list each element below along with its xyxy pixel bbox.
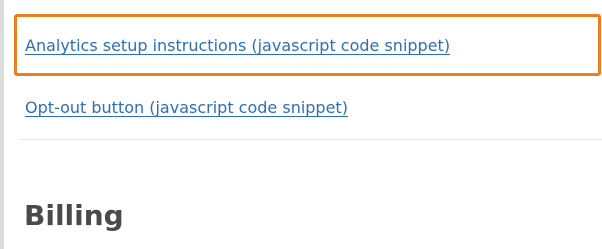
opt-out-link[interactable]: Opt-out button (javascript code snippet) bbox=[25, 98, 348, 117]
content-area: Analytics setup instructions (javascript… bbox=[4, 0, 602, 249]
billing-heading: Billing bbox=[24, 199, 124, 232]
section-divider bbox=[20, 139, 602, 140]
analytics-setup-link[interactable]: Analytics setup instructions (javascript… bbox=[25, 36, 450, 55]
page: Analytics setup instructions (javascript… bbox=[0, 0, 602, 249]
